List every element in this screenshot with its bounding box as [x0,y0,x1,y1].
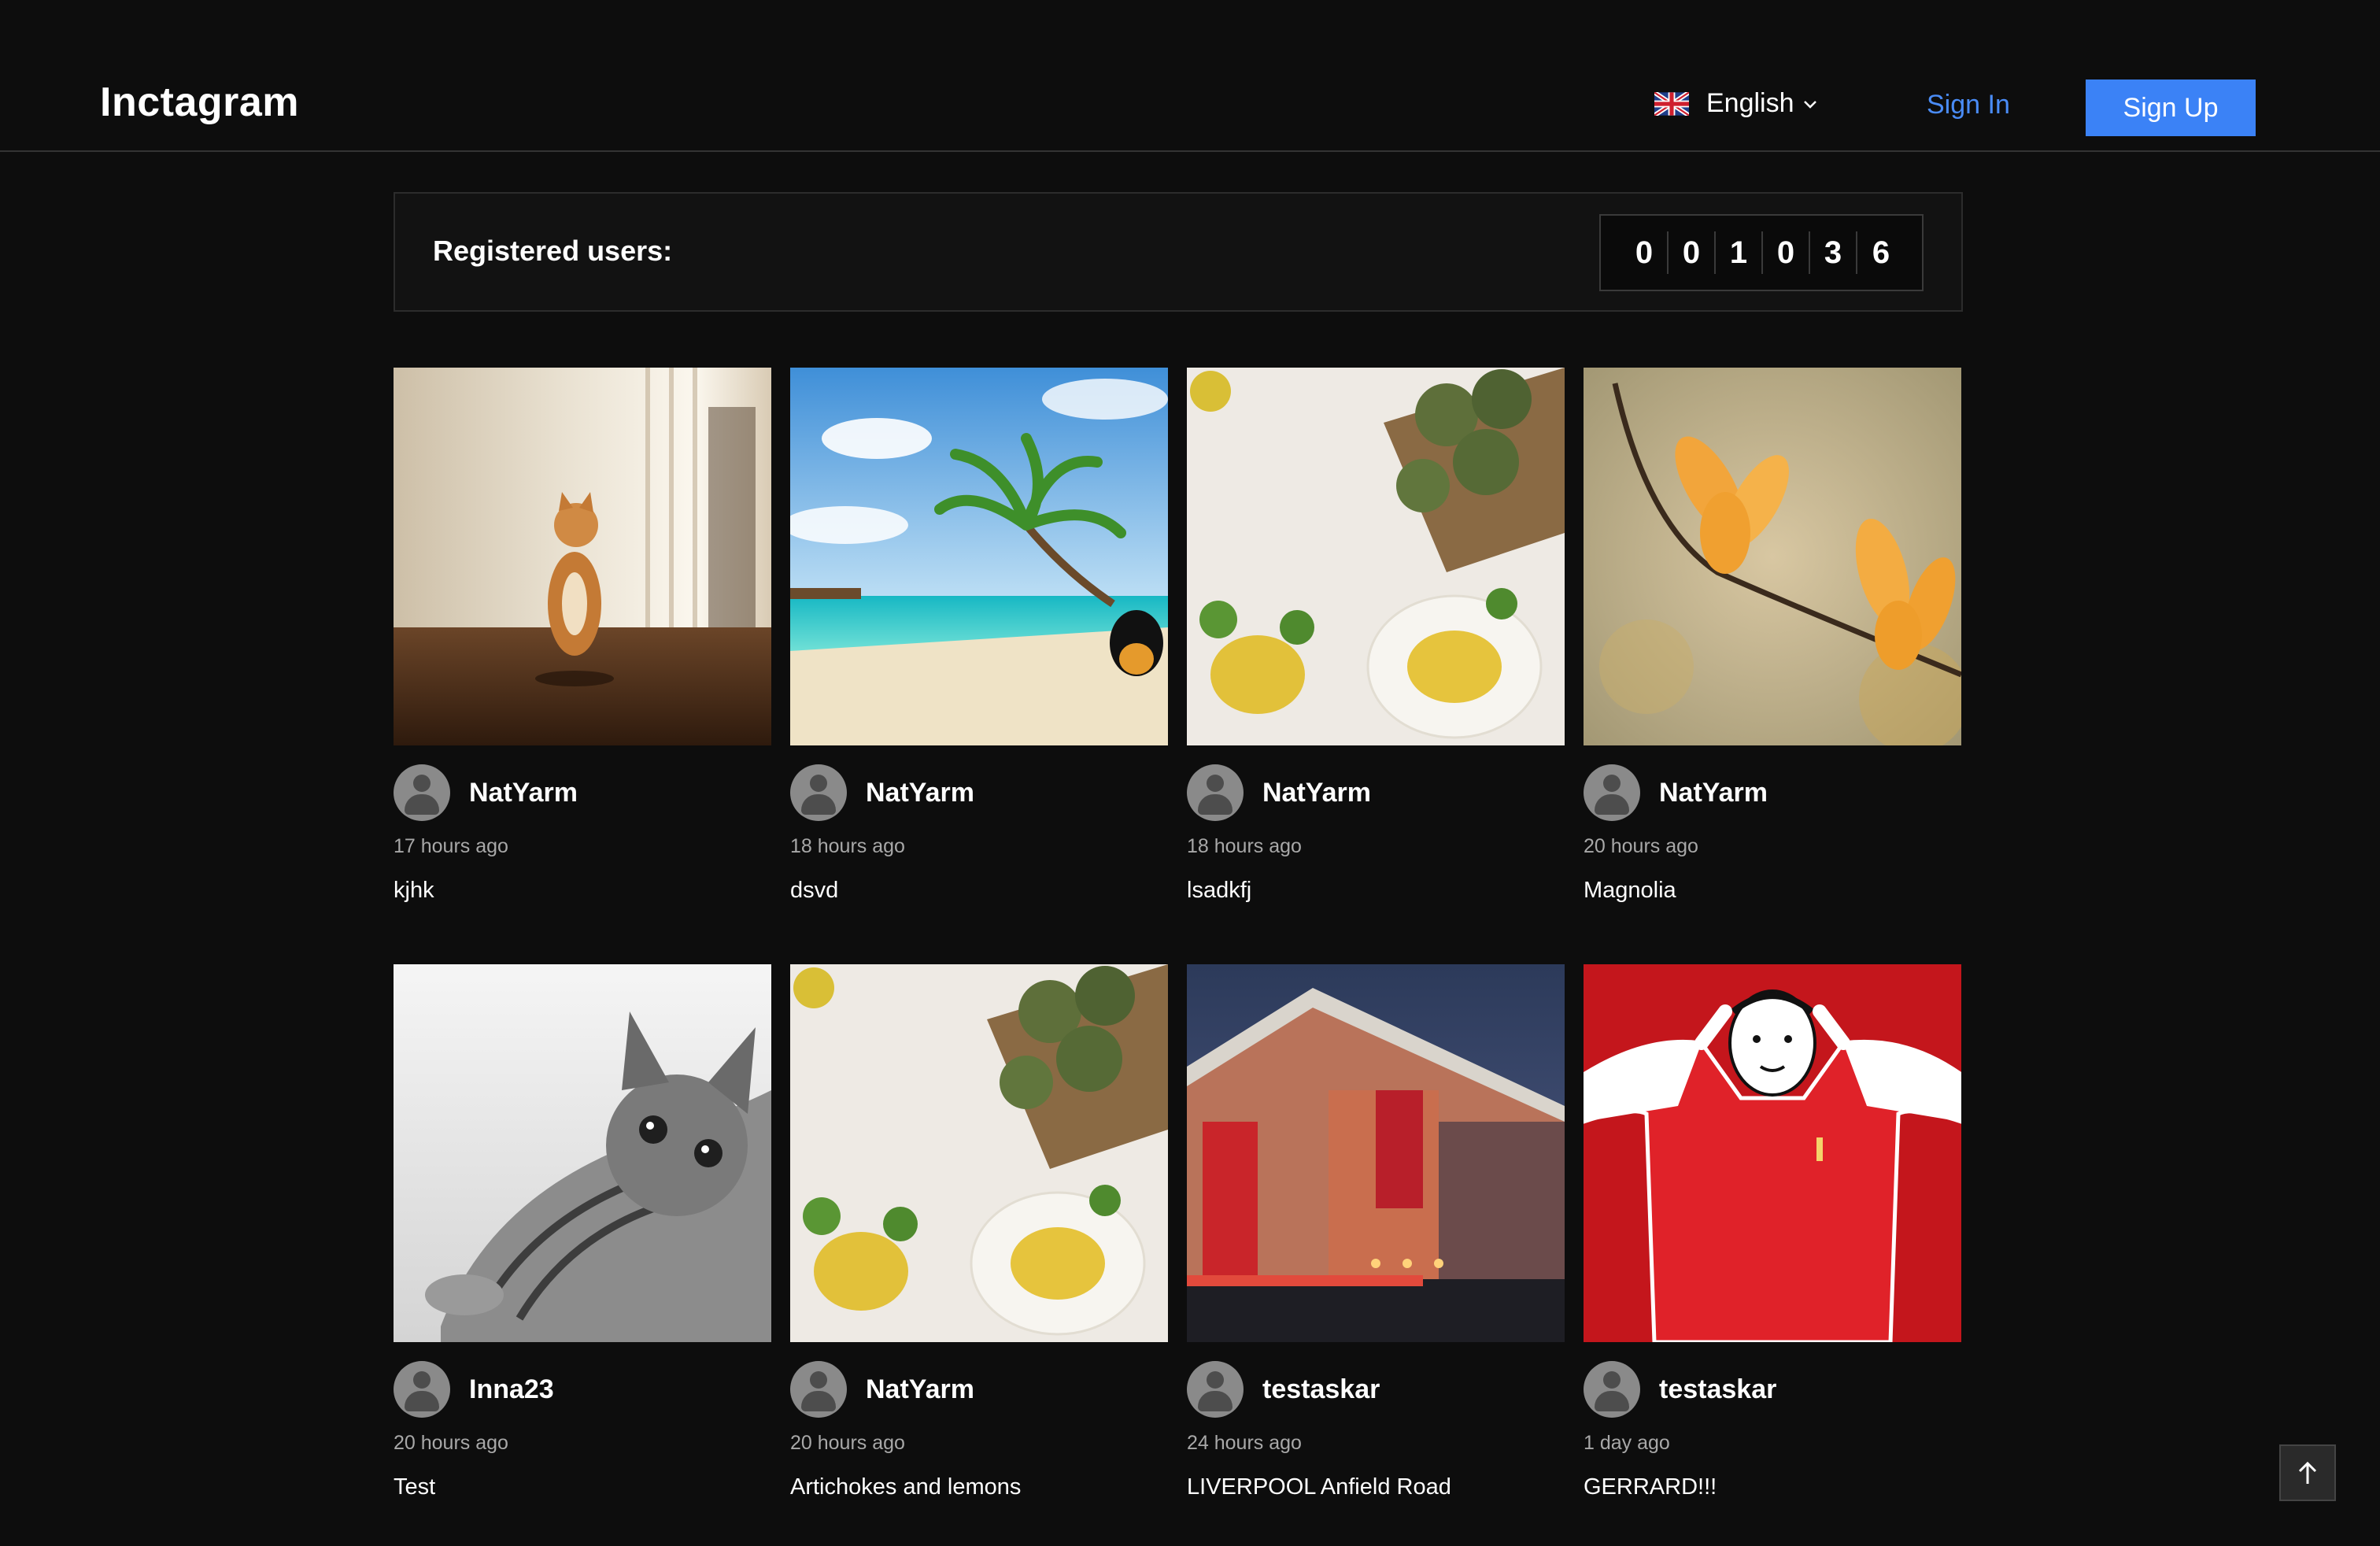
post-card[interactable]: NatYarm 17 hours ago kjhk [394,368,771,903]
top-header: Inctagram English Sign In Sign Up [0,0,2380,152]
registered-users-panel: Registered users: 0 0 1 0 3 6 [394,192,1963,312]
post-author[interactable]: NatYarm [394,764,578,821]
sign-in-link[interactable]: Sign In [1927,90,2010,120]
post-time: 20 hours ago [790,1432,905,1454]
counter-digit: 0 [1621,231,1669,274]
avatar [1187,764,1244,821]
avatar [1187,1361,1244,1418]
post-username: testaskar [1659,1374,1777,1404]
scroll-to-top-button[interactable] [2279,1444,2336,1501]
post-author[interactable]: testaskar [1187,1361,1380,1418]
post-card[interactable]: testaskar 24 hours ago LIVERPOOL Anfield… [1187,964,1565,1500]
post-username: testaskar [1262,1374,1380,1404]
post-time: 20 hours ago [1584,835,1698,857]
counter-digit: 3 [1810,231,1857,274]
counter-digit: 0 [1763,231,1810,274]
avatar [1584,1361,1640,1418]
chevron-down-icon [1803,100,1816,109]
post-card[interactable]: NatYarm 18 hours ago dsvd [790,368,1168,903]
registered-users-label: Registered users: [433,235,673,267]
counter-digit: 1 [1716,231,1763,274]
post-caption: LIVERPOOL Anfield Road [1187,1474,1451,1500]
post-caption: Magnolia [1584,878,1676,903]
post-username: NatYarm [1262,777,1371,808]
post-card[interactable]: Inna23 20 hours ago Test [394,964,771,1500]
post-time: 18 hours ago [1187,835,1302,857]
avatar [790,764,847,821]
avatar [394,1361,450,1418]
uk-flag-icon [1654,91,1689,116]
post-caption: GERRARD!!! [1584,1474,1717,1500]
arrow-up-icon [2298,1461,2317,1484]
sign-up-button[interactable]: Sign Up [2086,80,2256,136]
avatar [790,1361,847,1418]
post-image-artichokes-lemons[interactable] [1187,368,1565,745]
post-caption: dsvd [790,878,839,903]
post-time: 18 hours ago [790,835,905,857]
post-image-grey-kitten[interactable] [394,964,771,1342]
post-card[interactable]: NatYarm 20 hours ago Magnolia [1584,368,1961,903]
post-card[interactable]: NatYarm 18 hours ago lsadkfj [1187,368,1565,903]
post-author[interactable]: NatYarm [790,1361,974,1418]
post-caption: Test [394,1474,436,1500]
post-image-cat-window[interactable] [394,368,771,745]
post-time: 17 hours ago [394,835,508,857]
post-image-gerrard[interactable] [1584,964,1961,1342]
app-logo[interactable]: Inctagram [100,79,299,126]
post-caption: Artichokes and lemons [790,1474,1022,1500]
post-author[interactable]: NatYarm [790,764,974,821]
post-author[interactable]: NatYarm [1187,764,1371,821]
post-time: 20 hours ago [394,1432,508,1454]
post-time: 24 hours ago [1187,1432,1302,1454]
post-time: 1 day ago [1584,1432,1670,1454]
post-author[interactable]: testaskar [1584,1361,1776,1418]
post-username: NatYarm [866,1374,974,1404]
counter-digit: 6 [1872,235,1890,270]
post-author[interactable]: Inna23 [394,1361,554,1418]
language-label: English [1706,88,1794,118]
post-image-artichokes-lemons[interactable] [790,964,1168,1342]
post-image-beach[interactable] [790,368,1168,745]
registered-users-counter: 0 0 1 0 3 6 [1599,214,1924,291]
post-image-stadium[interactable] [1187,964,1565,1342]
post-author[interactable]: NatYarm [1584,764,1768,821]
avatar [1584,764,1640,821]
post-username: NatYarm [1659,777,1768,808]
post-caption: lsadkfj [1187,878,1252,903]
avatar [394,764,450,821]
counter-digit: 0 [1669,231,1716,274]
language-selector[interactable]: English [1654,88,1818,119]
post-username: NatYarm [866,777,974,808]
post-caption: kjhk [394,878,434,903]
post-username: NatYarm [469,777,578,808]
post-username: Inna23 [469,1374,554,1404]
post-card[interactable]: testaskar 1 day ago GERRARD!!! [1584,964,1961,1500]
post-image-magnolia[interactable] [1584,368,1961,745]
post-card[interactable]: NatYarm 20 hours ago Artichokes and lemo… [790,964,1168,1500]
